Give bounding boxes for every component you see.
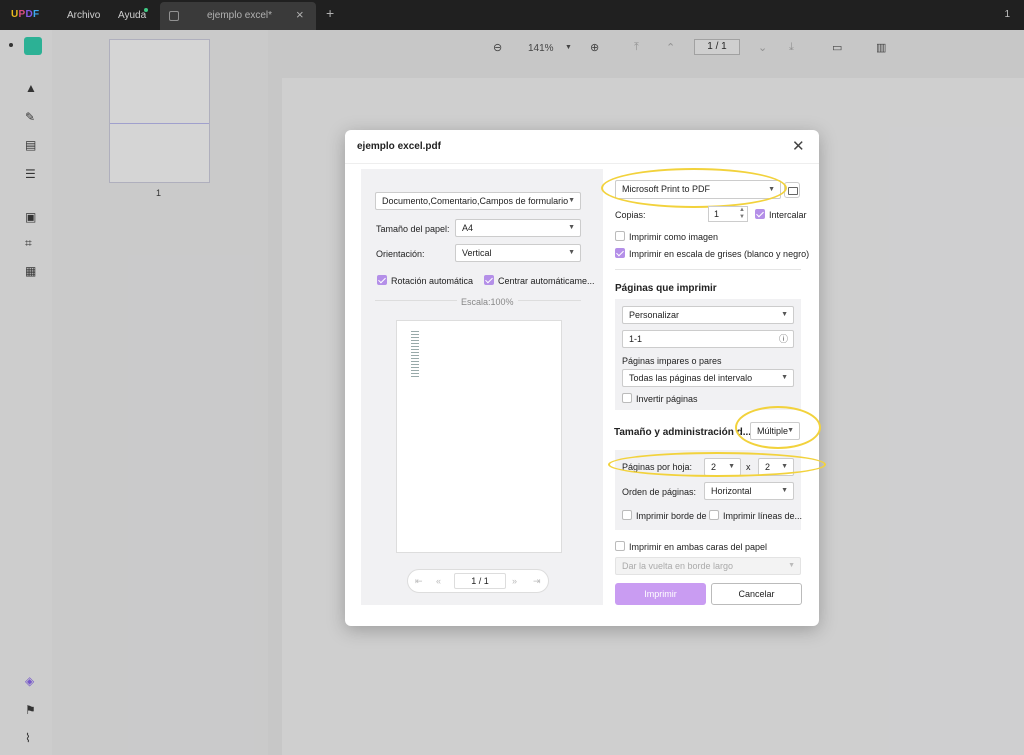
preview-content bbox=[411, 331, 419, 377]
highlight-printer bbox=[601, 168, 787, 208]
chevron-down-icon: ▼ bbox=[781, 374, 788, 381]
auto-center-label: Centrar automáticame... bbox=[498, 276, 595, 286]
print-preview-page bbox=[396, 320, 562, 553]
help-icon[interactable]: ⓘ bbox=[779, 331, 788, 347]
next-page-icon[interactable]: » bbox=[512, 576, 517, 586]
paper-size-label: Tamaño del papel: bbox=[376, 224, 450, 234]
page-order-select[interactable]: Horizontal ▼ bbox=[704, 482, 794, 500]
reverse-pages-label: Invertir páginas bbox=[636, 394, 698, 404]
chevron-down-icon: ▼ bbox=[568, 224, 575, 231]
flip-select[interactable]: Dar la vuelta en borde largo ▼ bbox=[615, 557, 801, 575]
last-page-icon[interactable]: ⇥ bbox=[533, 576, 541, 587]
dialog-divider bbox=[345, 163, 819, 164]
print-as-image-checkbox[interactable] bbox=[615, 231, 625, 241]
preview-pane: Documento,Comentario,Campos de formulari… bbox=[361, 169, 603, 605]
print-lines-checkbox[interactable] bbox=[709, 510, 719, 520]
section-divider bbox=[615, 269, 801, 270]
duplex-checkbox[interactable] bbox=[615, 541, 625, 551]
duplex-label: Imprimir en ambas caras del papel bbox=[629, 542, 768, 552]
pages-mode-value: Personalizar bbox=[629, 310, 680, 320]
odd-even-value: Todas las páginas del intervalo bbox=[629, 373, 753, 383]
print-button[interactable]: Imprimir bbox=[615, 583, 706, 605]
collate-label: Intercalar bbox=[769, 210, 807, 220]
page-range-value: 1-1 bbox=[629, 334, 643, 344]
page-range-input[interactable]: 1-1 ⓘ bbox=[622, 330, 794, 348]
print-as-image-label: Imprimir como imagen bbox=[629, 232, 719, 242]
chevron-down-icon: ▼ bbox=[781, 487, 788, 494]
orientation-select[interactable]: Vertical ▼ bbox=[455, 244, 581, 262]
copies-value: 1 bbox=[714, 209, 720, 219]
page-order-value: Horizontal bbox=[711, 486, 752, 496]
paper-size-value: A4 bbox=[462, 223, 474, 233]
grayscale-label: Imprimir en escala de grises (blanco y n… bbox=[629, 249, 810, 259]
odd-even-label: Páginas impares o pares bbox=[622, 356, 722, 366]
auto-rotate-checkbox[interactable] bbox=[377, 275, 387, 285]
highlight-pages-per-sheet bbox=[608, 452, 826, 477]
collate-checkbox[interactable] bbox=[755, 209, 765, 219]
print-border-checkbox[interactable] bbox=[622, 510, 632, 520]
chevron-down-icon: ▼ bbox=[568, 197, 575, 204]
close-dialog-icon[interactable]: ✕ bbox=[792, 137, 805, 155]
preview-pager: ⇤ « 1 / 1 » ⇥ bbox=[407, 569, 549, 593]
print-dialog: ejemplo excel.pdf ✕ Documento,Comentario… bbox=[345, 130, 826, 626]
odd-even-select[interactable]: Todas las páginas del intervalo ▼ bbox=[622, 369, 794, 387]
pages-mode-select[interactable]: Personalizar ▼ bbox=[622, 306, 794, 324]
size-section-title: Tamaño y administración d... bbox=[614, 427, 752, 438]
scale-label: Escala:100% bbox=[457, 297, 518, 307]
copies-label: Copias: bbox=[615, 210, 646, 220]
print-lines-label: Imprimir líneas de... bbox=[723, 511, 803, 521]
dialog-title: ejemplo excel.pdf bbox=[357, 141, 441, 152]
print-border-label: Imprimir borde de ... bbox=[636, 511, 717, 521]
auto-rotate-label: Rotación automática bbox=[391, 276, 474, 286]
chevron-down-icon: ▼ bbox=[788, 562, 795, 569]
preview-page-number[interactable]: 1 / 1 bbox=[454, 573, 506, 589]
first-page-icon[interactable]: ⇤ bbox=[415, 576, 423, 587]
reverse-pages-checkbox[interactable] bbox=[622, 393, 632, 403]
orientation-value: Vertical bbox=[462, 248, 492, 258]
copies-input[interactable]: 1 ▲ ▼ bbox=[708, 206, 748, 222]
stepper-arrows[interactable]: ▲ ▼ bbox=[739, 207, 745, 221]
page-order-label: Orden de páginas: bbox=[622, 487, 697, 497]
orientation-label: Orientación: bbox=[376, 249, 425, 259]
grayscale-checkbox[interactable] bbox=[615, 248, 625, 258]
highlight-size-mode bbox=[735, 406, 821, 449]
flip-value: Dar la vuelta en borde largo bbox=[622, 561, 734, 571]
prev-page-icon[interactable]: « bbox=[436, 576, 441, 586]
chevron-down-icon: ▼ bbox=[781, 311, 788, 318]
cancel-button[interactable]: Cancelar bbox=[711, 583, 802, 605]
content-select[interactable]: Documento,Comentario,Campos de formulari… bbox=[375, 192, 581, 210]
paper-size-select[interactable]: A4 ▼ bbox=[455, 219, 581, 237]
pages-section-title: Páginas que imprimir bbox=[615, 283, 717, 294]
chevron-down-icon: ▼ bbox=[568, 249, 575, 256]
auto-center-checkbox[interactable] bbox=[484, 275, 494, 285]
content-select-value: Documento,Comentario,Campos de formulari… bbox=[382, 196, 569, 206]
